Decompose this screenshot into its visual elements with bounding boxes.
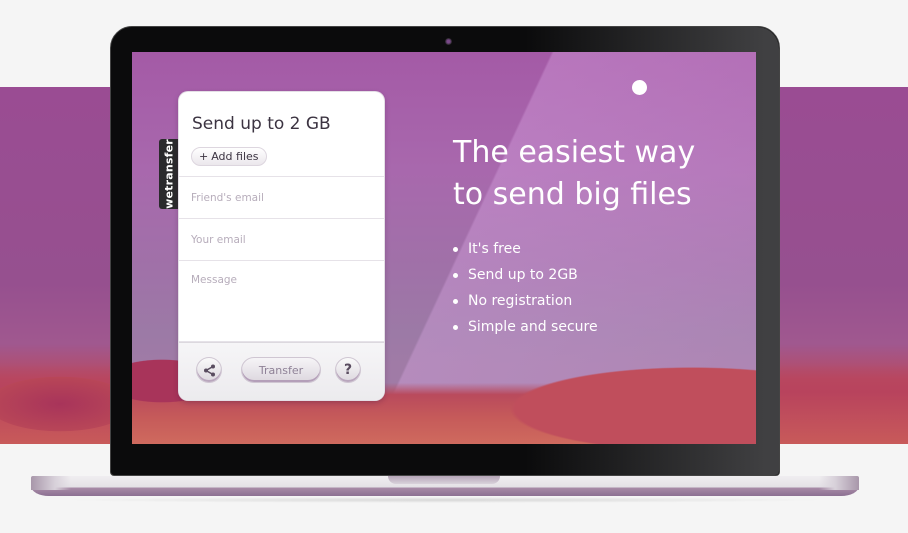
headline-line-2: to send big files	[453, 177, 692, 212]
base-edge-left	[31, 476, 71, 490]
page: wetransfer Send up to 2 GB + Add files F…	[0, 0, 908, 533]
question-mark-icon: ?	[343, 362, 353, 378]
wetransfer-tab[interactable]: wetransfer	[159, 139, 179, 209]
friends-email-field[interactable]	[179, 177, 384, 218]
feature-item: Send up to 2GB	[453, 262, 598, 288]
share-icon	[203, 364, 215, 376]
headline-line-1: The easiest way	[453, 135, 696, 170]
feature-text: It's free	[468, 241, 521, 257]
your-email-field-wrapper	[179, 218, 384, 260]
card-title: Send up to 2 GB	[192, 114, 331, 134]
feature-list: It's free Send up to 2GB No registration…	[453, 236, 598, 340]
add-files-button[interactable]: + Add files	[191, 147, 267, 166]
laptop-notch	[388, 476, 500, 484]
message-field-wrapper	[179, 260, 384, 342]
moon-icon	[632, 80, 647, 95]
feature-text: Send up to 2GB	[468, 267, 578, 283]
feature-item: It's free	[453, 236, 598, 262]
plus-icon: +	[199, 150, 209, 163]
add-files-label: Add files	[211, 150, 259, 163]
friends-email-field-wrapper	[179, 176, 384, 218]
feature-item: No registration	[453, 288, 598, 314]
feature-item: Simple and secure	[453, 314, 598, 340]
bullet-icon	[453, 298, 458, 304]
transfer-button[interactable]: Transfer	[241, 357, 321, 383]
help-button[interactable]: ?	[335, 357, 361, 383]
bullet-icon	[453, 246, 458, 252]
feature-text: Simple and secure	[468, 319, 598, 335]
bullet-icon	[453, 272, 458, 278]
card-footer: Transfer ?	[179, 342, 384, 400]
hero-headline: The easiest way to send big files	[453, 132, 695, 216]
share-button[interactable]	[196, 357, 222, 383]
base-edge-right	[819, 476, 859, 490]
camera-icon	[445, 38, 452, 45]
laptop-screen: wetransfer Send up to 2 GB + Add files F…	[132, 52, 756, 444]
bullet-icon	[453, 324, 458, 330]
brand-logo: wetransfer	[162, 139, 176, 209]
laptop-shadow	[60, 497, 830, 503]
transfer-card: Send up to 2 GB + Add files Friend's ema…	[179, 92, 384, 400]
your-email-field[interactable]	[179, 219, 384, 260]
message-field[interactable]	[179, 261, 384, 341]
feature-text: No registration	[468, 293, 573, 309]
